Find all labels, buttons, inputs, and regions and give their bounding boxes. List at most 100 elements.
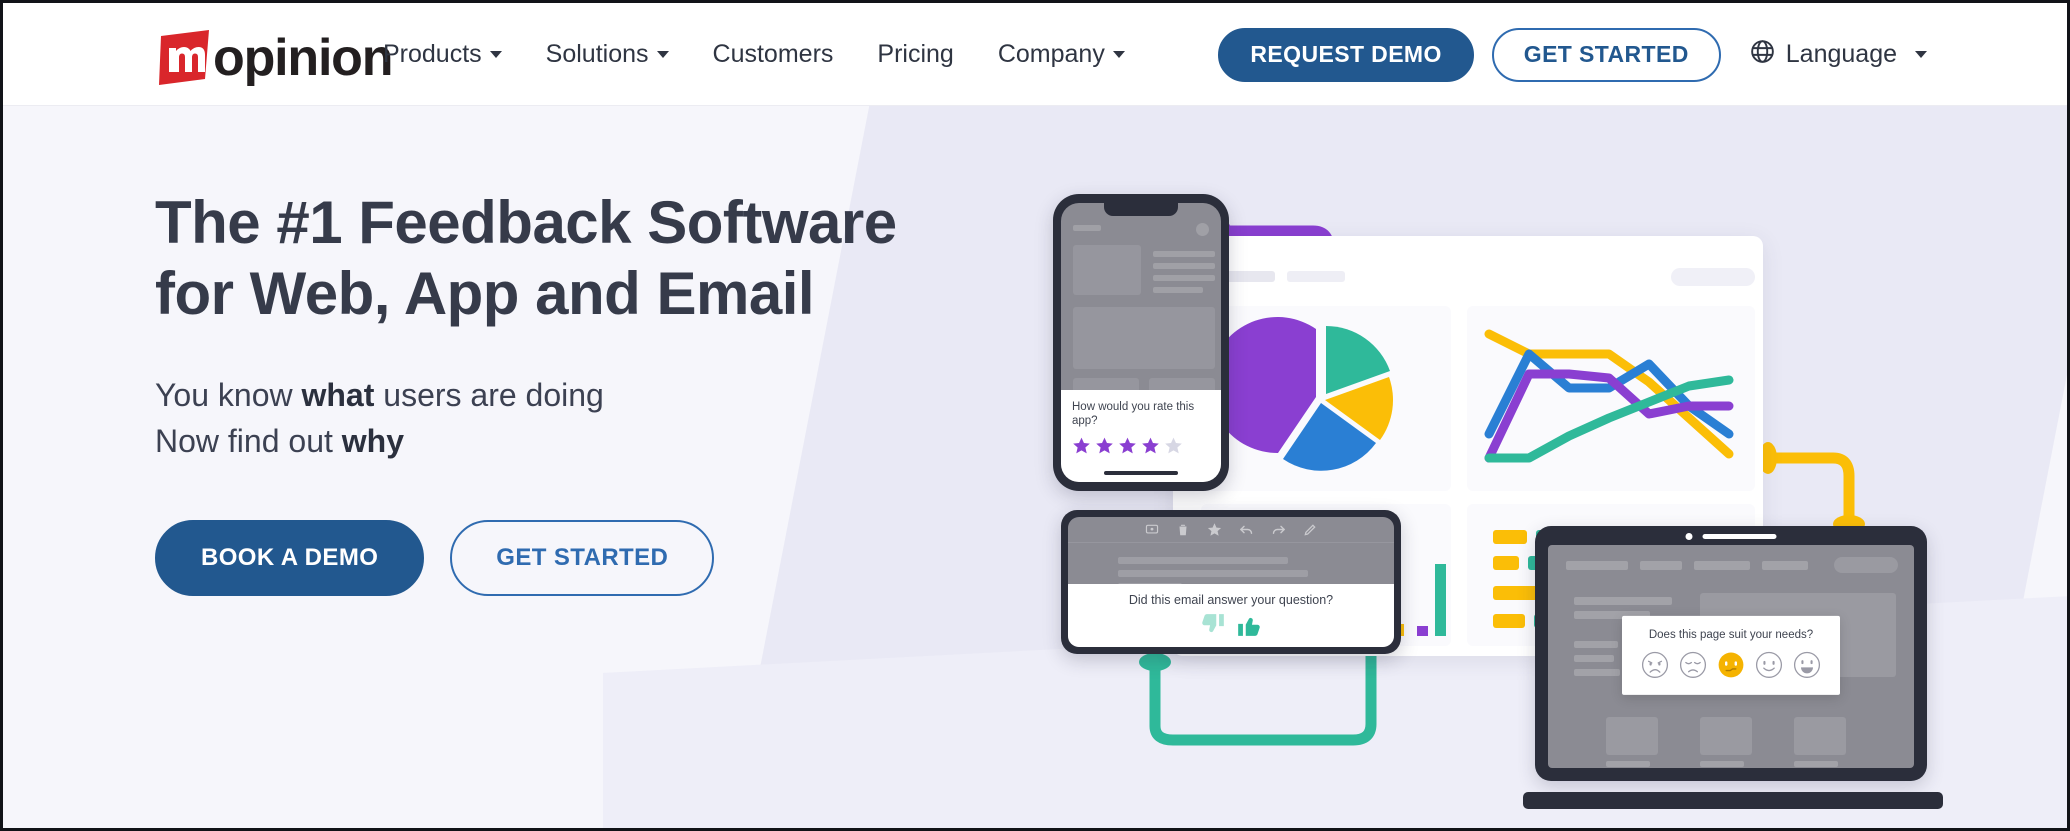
camera-strip xyxy=(1702,534,1777,539)
phone-placeholder xyxy=(1073,225,1101,231)
subtitle-emphasis-what: what xyxy=(301,376,375,413)
nav-item-solutions[interactable]: Solutions xyxy=(524,3,691,106)
pie-chart xyxy=(1209,317,1394,471)
neutral-face-icon[interactable] xyxy=(1715,648,1747,680)
emoji-rating[interactable] xyxy=(1634,648,1828,680)
nav-label: Products xyxy=(383,40,482,68)
forward-icon[interactable] xyxy=(1271,522,1286,537)
laptop-placeholder xyxy=(1700,717,1752,755)
logo[interactable]: opinion xyxy=(153,27,394,89)
email-placeholder xyxy=(1118,557,1288,564)
subtitle-emphasis-why: why xyxy=(341,422,404,459)
star-icon-filled[interactable] xyxy=(1072,436,1091,455)
nav-item-products[interactable]: Products xyxy=(361,3,524,106)
main-nav: Products Solutions Customers Pricing Com… xyxy=(361,3,1147,106)
sad-face-icon[interactable] xyxy=(1677,648,1709,680)
line-chart xyxy=(1484,329,1734,463)
laptop-placeholder xyxy=(1574,641,1618,648)
laptop-placeholder xyxy=(1574,655,1614,662)
dashboard-to-laptop-cable-icon xyxy=(1759,442,1865,533)
star-rating[interactable] xyxy=(1072,436,1210,455)
get-started-button-hero[interactable]: GET STARTED xyxy=(450,520,715,597)
subtitle-text: Now find out xyxy=(155,422,342,459)
phone-mockup: How would you rate this app? xyxy=(1053,194,1229,491)
hero-cta-row: BOOK A DEMO GET STARTED xyxy=(155,520,897,597)
hero-subtitle: You know what users are doing Now find o… xyxy=(155,372,897,465)
nav-item-customers[interactable]: Customers xyxy=(691,3,856,106)
laptop-placeholder xyxy=(1794,717,1846,755)
star-icon[interactable] xyxy=(1207,522,1222,537)
nav-item-company[interactable]: Company xyxy=(976,3,1147,106)
laptop-mockup: Does this page suit your needs? xyxy=(1523,526,1943,821)
happy-face-icon[interactable] xyxy=(1753,648,1785,680)
site-header: opinion Products Solutions Customers Pri… xyxy=(3,3,2067,106)
email-survey-widget: Did this email answer your question? xyxy=(1068,584,1394,647)
globe-icon xyxy=(1749,38,1776,72)
star-icon-empty[interactable] xyxy=(1164,436,1183,455)
subtitle-text: users are doing xyxy=(374,376,604,413)
page-survey-question: Does this page suit your needs? xyxy=(1648,628,1814,641)
chevron-down-icon xyxy=(1915,51,1927,58)
chevron-down-icon xyxy=(1112,51,1125,58)
phone-placeholder xyxy=(1153,263,1215,269)
laptop-button-placeholder xyxy=(1834,557,1898,573)
chat-icon[interactable] xyxy=(1145,523,1159,537)
laptop-placeholder xyxy=(1574,597,1672,605)
email-screen: Did this email answer your question? xyxy=(1068,517,1394,647)
laptop-screen: Does this page suit your needs? xyxy=(1548,545,1914,768)
language-selector[interactable]: Language xyxy=(1749,38,1927,72)
nav-label: Company xyxy=(997,40,1105,68)
trash-icon[interactable] xyxy=(1176,523,1190,537)
star-icon-filled[interactable] xyxy=(1118,436,1137,455)
very-sad-face-icon[interactable] xyxy=(1639,648,1671,680)
laptop-placeholder xyxy=(1574,669,1620,676)
request-demo-button[interactable]: REQUEST DEMO xyxy=(1218,27,1474,82)
chevron-down-icon xyxy=(489,51,502,58)
laptop-placeholder xyxy=(1640,561,1682,570)
heading-line-2: for Web, App and Email xyxy=(155,259,815,327)
subtitle-text: You know xyxy=(155,376,302,413)
laptop-placeholder xyxy=(1606,761,1650,767)
thumbs-up-icon[interactable] xyxy=(1236,612,1262,638)
phone-survey-widget: How would you rate this app? xyxy=(1061,390,1221,482)
chip-yellow xyxy=(1493,614,1525,628)
hero-illustration: How would you rate this app? Did this em… xyxy=(1023,106,2067,828)
pencil-icon[interactable] xyxy=(1303,523,1317,537)
phone-avatar-placeholder xyxy=(1196,223,1209,236)
laptop-placeholder xyxy=(1566,561,1628,570)
header-actions: REQUEST DEMO GET STARTED Language xyxy=(1218,3,1927,106)
thumbs-down-icon[interactable] xyxy=(1200,612,1226,638)
phone-placeholder xyxy=(1153,275,1215,281)
page-survey-widget: Does this page suit your needs? xyxy=(1622,615,1840,695)
laptop-placeholder xyxy=(1794,761,1838,767)
thumbs-rating[interactable] xyxy=(1200,612,1262,638)
get-started-button-header[interactable]: GET STARTED xyxy=(1491,27,1721,82)
book-a-demo-button[interactable]: BOOK A DEMO xyxy=(155,520,425,597)
heading-line-1: The #1 Feedback Software xyxy=(155,189,897,256)
phone-home-indicator xyxy=(1104,471,1178,475)
page-root: opinion Products Solutions Customers Pri… xyxy=(0,0,2070,831)
nav-label: Customers xyxy=(712,40,834,68)
mopinion-m-mark-icon xyxy=(153,27,215,89)
laptop-camera-bar xyxy=(1685,533,1777,540)
star-icon-filled[interactable] xyxy=(1141,436,1160,455)
page-title: The #1 Feedback Software for Web, App an… xyxy=(155,188,897,330)
laptop-lid: Does this page suit your needs? xyxy=(1535,526,1927,781)
email-mockup: Did this email answer your question? xyxy=(1061,510,1401,654)
chip-yellow xyxy=(1493,530,1527,544)
nav-label: Solutions xyxy=(545,40,649,68)
dashboard-header-bar xyxy=(1201,264,1755,292)
email-placeholder xyxy=(1118,570,1308,577)
laptop-placeholder xyxy=(1694,561,1750,570)
very-happy-face-icon[interactable] xyxy=(1791,648,1823,680)
subtitle-line-2: Now find out why xyxy=(155,418,897,464)
phone-placeholder xyxy=(1153,287,1203,293)
reply-icon[interactable] xyxy=(1239,522,1254,537)
chevron-down-icon xyxy=(656,51,669,58)
chip-yellow xyxy=(1493,556,1519,570)
camera-icon xyxy=(1685,533,1693,540)
hero-copy: The #1 Feedback Software for Web, App an… xyxy=(155,188,897,597)
laptop-placeholder xyxy=(1700,761,1744,767)
nav-item-pricing[interactable]: Pricing xyxy=(855,3,975,106)
star-icon-filled[interactable] xyxy=(1095,436,1114,455)
